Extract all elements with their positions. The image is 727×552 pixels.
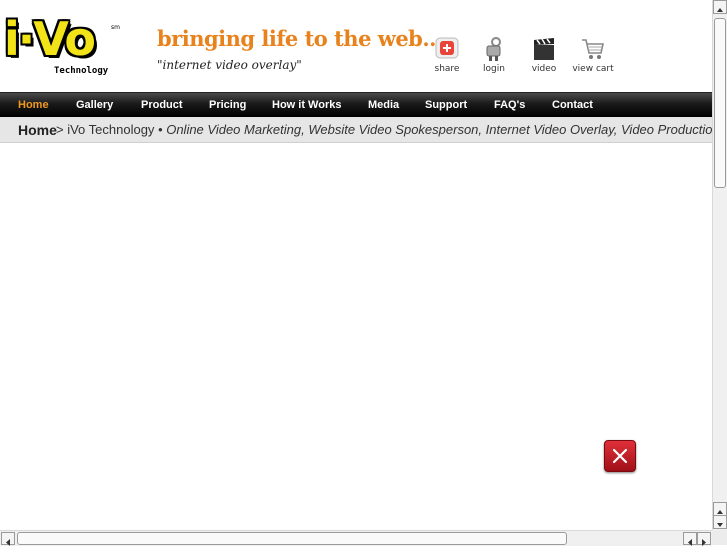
nav-home[interactable]: Home xyxy=(18,93,49,117)
nav-faqs[interactable]: FAQ's xyxy=(494,93,525,117)
logo-wordmark: i·Vo xyxy=(4,12,96,66)
scroll-down-button[interactable] xyxy=(713,515,727,529)
scrollbar-corner xyxy=(712,530,727,545)
scroll-right-button[interactable] xyxy=(697,532,711,546)
view-cart-button[interactable]: view cart xyxy=(570,36,616,74)
nav-gallery[interactable]: Gallery xyxy=(76,93,113,117)
nav-contact[interactable]: Contact xyxy=(552,93,593,117)
share-button[interactable]: share xyxy=(424,36,470,74)
scroll-up-button[interactable] xyxy=(713,0,727,14)
close-icon xyxy=(612,448,628,464)
breadcrumb-description: • Online Video Marketing, Website Video … xyxy=(158,122,712,137)
overlay-close-button[interactable] xyxy=(604,440,636,472)
login-label: login xyxy=(483,64,505,74)
arrow-left-icon xyxy=(6,539,10,546)
share-label: share xyxy=(434,64,460,74)
logo-subtitle: Technology xyxy=(54,66,109,76)
nav-support[interactable]: Support xyxy=(425,93,467,117)
subtagline: "internet video overlay" xyxy=(157,58,302,72)
nav-product[interactable]: Product xyxy=(141,93,183,117)
breadcrumb-trail: > iVo Technology • Online Video Marketin… xyxy=(56,117,712,142)
breadcrumb-current: > iVo Technology xyxy=(56,122,155,137)
horizontal-scroll-thumb[interactable] xyxy=(17,532,567,545)
scroll-up-button-lower[interactable] xyxy=(713,502,727,516)
share-icon xyxy=(434,36,460,60)
tagline: bringing life to the web... xyxy=(157,26,443,51)
service-mark: sm xyxy=(111,24,120,31)
video-icon xyxy=(531,36,557,60)
cart-label: view cart xyxy=(572,64,614,74)
cart-icon xyxy=(580,36,606,60)
horizontal-scrollbar[interactable] xyxy=(0,530,712,546)
site-logo[interactable]: i·Vo sm Technology xyxy=(4,14,122,80)
arrow-left-icon xyxy=(688,539,692,546)
login-icon xyxy=(481,36,507,61)
video-label: video xyxy=(531,64,557,74)
scroll-left-button[interactable] xyxy=(1,532,15,546)
arrow-up-icon xyxy=(717,8,723,12)
nav-how-it-works[interactable]: How it Works xyxy=(272,93,341,117)
main-nav: Home Gallery Product Pricing How it Work… xyxy=(0,92,712,117)
nav-media[interactable]: Media xyxy=(368,93,399,117)
nav-pricing[interactable]: Pricing xyxy=(209,93,246,117)
vertical-scrollbar[interactable] xyxy=(712,0,727,530)
video-button[interactable]: video xyxy=(521,36,567,74)
breadcrumb: Home > iVo Technology • Online Video Mar… xyxy=(0,117,712,143)
arrow-right-icon xyxy=(702,539,706,546)
login-button[interactable]: login xyxy=(471,36,517,74)
scroll-left-button-right[interactable] xyxy=(683,532,697,546)
site-header: i·Vo sm Technology bringing life to the … xyxy=(0,0,712,92)
breadcrumb-home[interactable]: Home xyxy=(18,117,57,142)
vertical-scroll-thumb[interactable] xyxy=(714,18,726,188)
